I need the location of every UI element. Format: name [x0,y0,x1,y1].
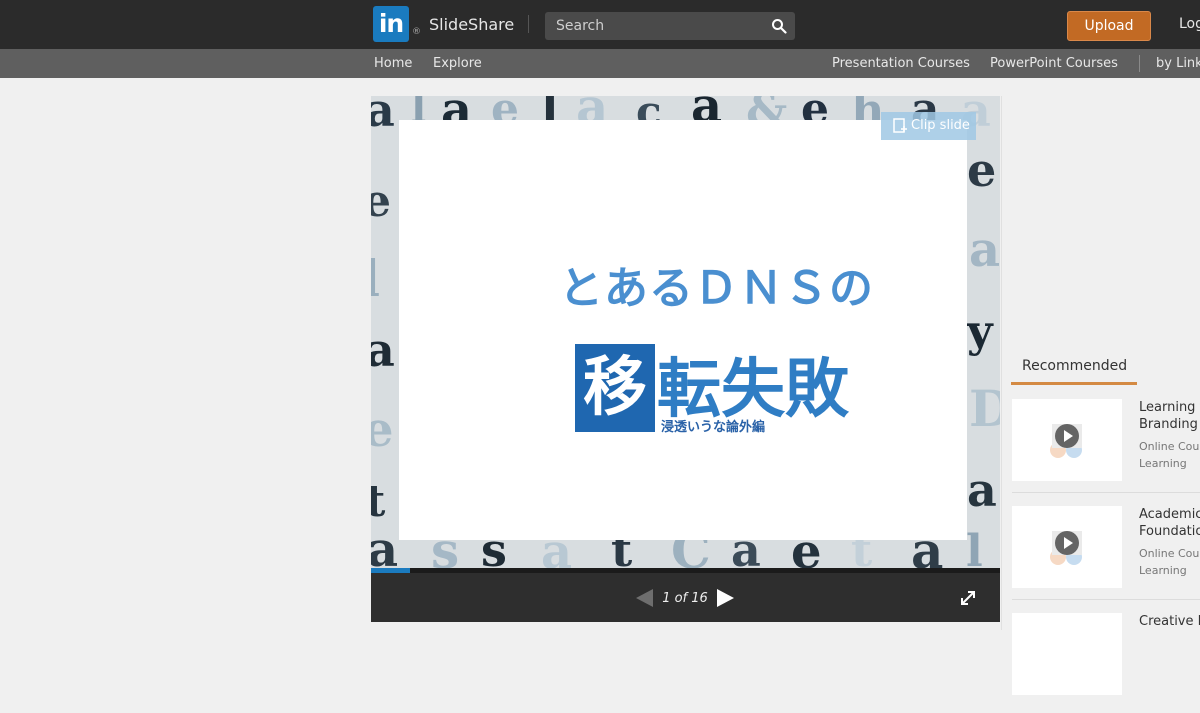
nav-presentation-courses[interactable]: Presentation Courses [832,56,970,71]
recommended-item[interactable]: Academic Foundations Online Course Learn… [1012,506,1200,606]
recommended-meta-line2: Learning [1139,457,1187,470]
recommended-separator [1012,492,1200,493]
recommended-meta-line1: Online Course [1139,547,1200,560]
registered-mark: ® [412,27,421,37]
recommended-title-line1[interactable]: Learning to [1139,399,1200,416]
recommended-panel: Recommended Learning to Branding Online … [1001,96,1200,695]
svg-text:a: a [969,222,1000,278]
svg-text:e: e [371,402,394,458]
svg-text:y: y [966,306,994,357]
svg-text:t: t [371,476,386,527]
top-bar: in ® SlideShare Upload Log [0,0,1200,49]
recommended-meta-line2: Learning [1139,564,1187,577]
search-icon[interactable] [771,18,787,34]
search-input[interactable] [545,12,755,40]
slide-controls: 1 of 16 [371,573,1000,622]
slide-viewer: a l a e l a c a & e h a a e l a e t e a [371,96,1000,622]
recommended-title-line2[interactable]: Branding [1139,416,1200,433]
clip-slide-button[interactable]: Clip slide [881,112,976,140]
recommended-thumbnail[interactable] [1012,506,1122,588]
clip-icon [893,118,907,133]
recommended-title-line1[interactable]: Creative Inspiration [1139,613,1200,630]
svg-text:a: a [967,463,997,517]
svg-text:a: a [371,323,395,377]
fullscreen-icon[interactable] [959,589,977,607]
login-link[interactable]: Log [1179,16,1200,32]
recommended-item[interactable]: Creative Inspiration [1012,613,1200,713]
tab-recommended[interactable]: Recommended [1011,358,1137,385]
next-slide-icon[interactable] [715,588,735,608]
slide-content: とあるＤＮＳの 移 転失敗 浸透いうな論外編 [399,120,967,540]
linkedin-logo-icon[interactable]: in [373,6,409,42]
nav-home[interactable]: Home [374,56,412,71]
slide-frame[interactable]: a l a e l a c a & e h a a e l a e t e a [371,96,1000,568]
search-box [545,12,795,40]
svg-text:e: e [371,176,391,227]
recommended-meta-line1: Online Course [1139,440,1200,453]
slide-title-highlight-box: 移 [575,344,655,432]
upload-button[interactable]: Upload [1067,11,1151,41]
nav-explore[interactable]: Explore [433,56,482,71]
svg-text:e: e [967,143,996,197]
svg-text:a: a [371,96,395,137]
subnav-divider [1139,55,1140,72]
recommended-separator [1012,599,1200,600]
previous-slide-icon[interactable] [635,588,655,608]
nav-powerpoint-courses[interactable]: PowerPoint Courses [990,56,1118,71]
header-divider [528,15,529,33]
recommended-item[interactable]: Learning to Branding Online Course Learn… [1012,399,1200,499]
svg-text:l: l [966,526,983,568]
svg-text:l: l [371,249,380,308]
video-play-icon [1050,424,1082,458]
clip-slide-label: Clip slide [911,118,970,133]
video-play-icon [1050,531,1082,565]
recommended-title-line2[interactable]: Foundations [1139,523,1200,540]
slide-subtitle: 浸透いうな論外編 [661,420,766,435]
page-counter: 1 of 16 [662,591,708,606]
svg-text:D: D [969,379,1000,438]
nav-by-linkedin[interactable]: by Link [1156,56,1200,71]
slide-title-line1: とあるＤＮＳの [559,263,874,314]
recommended-thumbnail[interactable] [1012,613,1122,695]
slide-title-highlight-char: 移 [583,350,647,425]
recommended-thumbnail[interactable] [1012,399,1122,481]
slideshare-logo-text[interactable]: SlideShare [429,15,514,34]
recommended-title-line1[interactable]: Academic [1139,506,1200,523]
svg-text:a: a [371,522,398,568]
sub-navigation: Home Explore Presentation Courses PowerP… [0,49,1200,78]
